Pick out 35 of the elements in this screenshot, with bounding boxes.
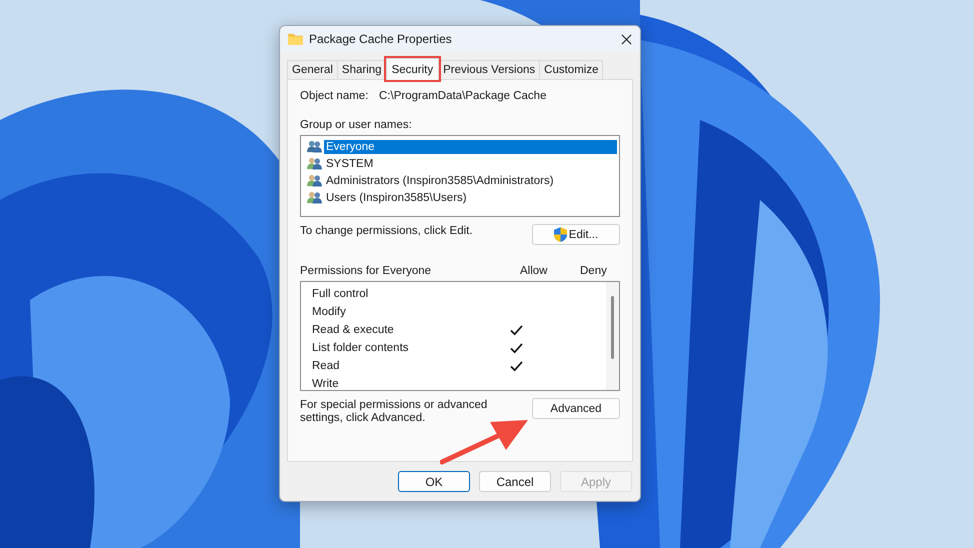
permissions-label: Permissions for Everyone [300, 265, 432, 277]
advanced-hint: For special permissions or advanced settings, click Advanced. [300, 399, 488, 425]
users-label: Group or user names: [300, 119, 413, 131]
users-icon [307, 191, 322, 204]
tab[interactable]: General [287, 60, 338, 79]
shield-icon [554, 227, 567, 242]
permission-name: Read [311, 360, 340, 372]
permission-name: List folder contents [311, 342, 410, 354]
dialog-button[interactable]: Cancel [479, 471, 551, 492]
permission-name: Read & execute [311, 324, 395, 336]
advanced-button[interactable]: Advanced [532, 398, 620, 419]
object-name-value: C:\ProgramData\Package Cache [379, 90, 546, 102]
users-icon [307, 140, 322, 153]
user-list-item[interactable]: SYSTEM [324, 156, 376, 170]
users-icon [307, 157, 322, 170]
allow-header: Allow [520, 265, 548, 277]
object-name-label: Object name: [300, 90, 370, 102]
scrollbar-thumb[interactable] [611, 296, 614, 359]
user-list-item[interactable]: Users (Inspiron3585\Users) [324, 190, 469, 204]
permission-name: Full control [311, 288, 370, 300]
permission-name: Write [311, 378, 340, 390]
folder-icon [288, 33, 303, 45]
user-list-item[interactable]: Everyone [324, 140, 617, 154]
edit-hint: To change permissions, click Edit. [300, 225, 473, 237]
edit-button[interactable]: Edit... [532, 224, 620, 245]
window-title: Package Cache Properties [309, 32, 453, 46]
tab[interactable]: Customize [539, 60, 604, 79]
tab[interactable]: Security [386, 58, 440, 80]
scrollbar[interactable] [606, 282, 619, 390]
deny-header: Deny [580, 265, 608, 277]
user-list-item[interactable]: Administrators (Inspiron3585\Administrators) [324, 174, 556, 188]
users-icon [307, 174, 322, 187]
permission-name: Modify [311, 306, 347, 318]
dialog-button[interactable]: OK [398, 471, 470, 492]
close-icon[interactable] [621, 34, 632, 44]
